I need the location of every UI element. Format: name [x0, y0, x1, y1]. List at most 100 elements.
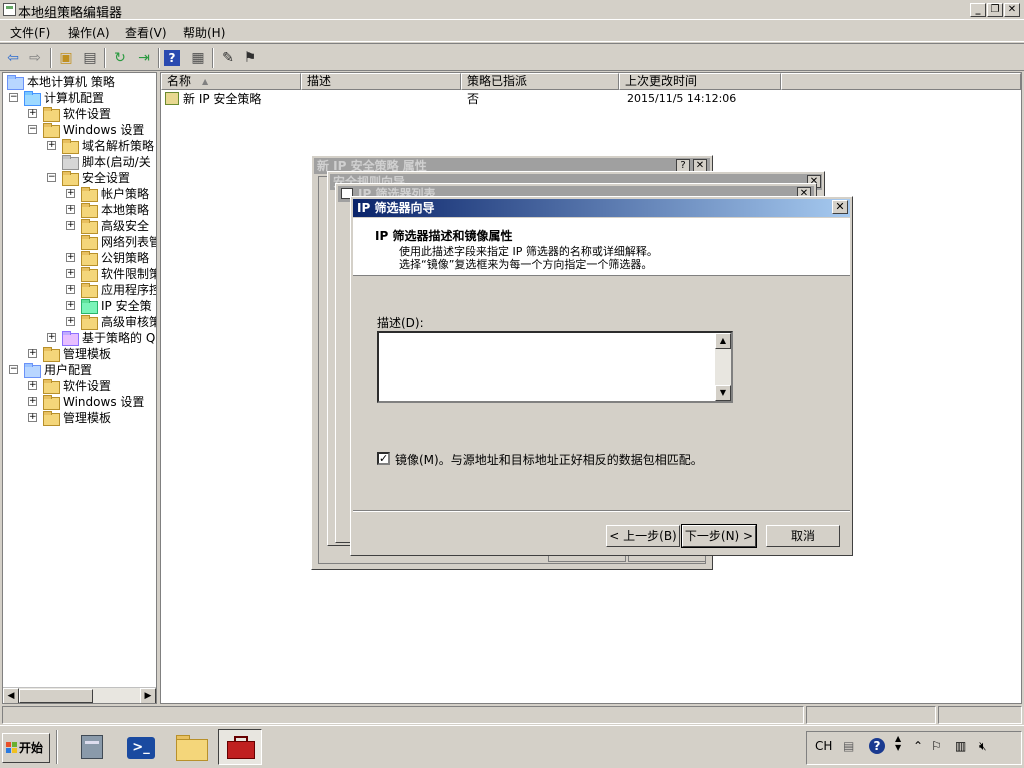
collapse-icon[interactable]: − [9, 93, 18, 102]
expand-icon[interactable]: + [28, 397, 37, 406]
description-scrollbar[interactable]: ▲ ▼ [715, 333, 731, 401]
script-icon [62, 155, 79, 170]
scroll-thumb[interactable] [19, 689, 93, 703]
description-label: 描述(D): [377, 316, 424, 330]
network-icon[interactable]: ▥ [955, 739, 966, 753]
forward-arrow-icon[interactable]: ⇨ [25, 48, 45, 68]
collapse-icon[interactable]: − [47, 173, 56, 182]
toolbox-icon[interactable] [218, 729, 262, 765]
scroll-right-icon[interactable]: ▶ [140, 688, 156, 703]
toolbar-separator [50, 48, 52, 68]
column-header-modified[interactable]: 上次更改时间 [619, 73, 781, 90]
folder-icon [43, 123, 60, 138]
status-pane [2, 706, 804, 724]
folder-icon [43, 411, 60, 426]
gpedit-app-icon [3, 3, 16, 16]
back-button[interactable]: < 上一步(B) [606, 525, 680, 547]
expand-icon[interactable]: + [66, 221, 75, 230]
show-hide-tree-icon[interactable]: ▤ [80, 48, 100, 68]
restore-button[interactable]: ❐ [987, 3, 1003, 17]
scroll-down-icon[interactable]: ▼ [715, 385, 731, 401]
menu-file[interactable]: 文件(F) [6, 24, 54, 41]
powershell-icon[interactable]: >_ [119, 729, 163, 765]
cancel-button[interactable]: 取消 [766, 525, 840, 547]
row-assigned: 否 [467, 92, 480, 106]
column-name-label: 名称 [167, 74, 192, 88]
toolbar-separator [212, 48, 214, 68]
toolbar: ⇦ ⇨ ▣ ▤ ↻ ⇥ ? ▦ ✎ ⚑ [0, 43, 1024, 71]
tree-item-label: 公钥策略 [101, 251, 150, 265]
window-title: 本地组策略编辑器 [18, 6, 123, 21]
show-hidden-icons-icon[interactable]: ⌃ [913, 739, 923, 753]
expand-icon[interactable]: + [66, 253, 75, 262]
flag-icon[interactable]: ⚐ [931, 739, 942, 753]
description-field: ▲ ▼ [377, 331, 733, 403]
menu-help[interactable]: 帮助(H) [179, 24, 229, 41]
collapse-icon[interactable]: − [9, 365, 18, 374]
tree-item-label: 本地策略 [101, 203, 150, 217]
minimize-button[interactable]: _ [970, 3, 986, 17]
description-input[interactable] [379, 333, 715, 401]
mirror-checkbox[interactable]: ✓ [377, 452, 390, 465]
wizard-title: IP 筛选器向导 [353, 199, 850, 217]
tree-horizontal-scrollbar[interactable]: ◀ ▶ [3, 687, 156, 703]
column-header-name[interactable]: 名称 ▲ [161, 73, 301, 90]
menu-action[interactable]: 操作(A) [64, 24, 114, 41]
folder-icon [62, 139, 79, 154]
expand-icon[interactable]: + [66, 269, 75, 278]
help-icon[interactable]: ? [164, 50, 180, 66]
expand-icon[interactable]: + [66, 205, 75, 214]
next-button[interactable]: 下一步(N) > [681, 524, 757, 548]
bar-chart-icon [62, 331, 79, 346]
assign-icon[interactable]: ⚑ [240, 48, 260, 68]
manage-filter-icon[interactable]: ✎ [218, 48, 238, 68]
mirror-label[interactable]: 镜像(M)。与源地址和目标地址正好相反的数据包相匹配。 [395, 451, 703, 468]
volume-muted-icon[interactable]: 🔇︎ [979, 739, 987, 754]
back-arrow-icon[interactable]: ⇦ [3, 48, 23, 68]
properties-icon[interactable]: ▦ [188, 48, 208, 68]
language-indicator[interactable]: CH [815, 739, 832, 753]
wizard-header: IP 筛选器描述和镜像属性 使用此描述字段来指定 IP 筛选器的名称或详细解释。… [353, 218, 850, 276]
tree-item-label: 网络列表管 [101, 235, 157, 249]
keyboard-icon[interactable]: ▤ [843, 739, 854, 753]
expand-icon[interactable]: + [28, 413, 37, 422]
column-header-description[interactable]: 描述 [301, 73, 461, 90]
scroll-left-icon[interactable]: ◀ [3, 688, 19, 703]
expand-icon[interactable]: + [66, 317, 75, 326]
expand-icon[interactable]: + [66, 189, 75, 198]
expand-icon[interactable]: + [28, 381, 37, 390]
export-list-icon[interactable]: ⇥ [134, 48, 154, 68]
up-folder-icon[interactable]: ▣ [56, 48, 76, 68]
windows-logo-icon [6, 742, 18, 754]
tree-item-label: Windows 设置 [63, 395, 145, 409]
server-manager-icon[interactable] [71, 729, 115, 765]
folder-icon [43, 107, 60, 122]
expand-icon[interactable]: + [47, 141, 56, 150]
scroll-up-icon[interactable]: ▲ [715, 333, 731, 349]
collapse-icon[interactable]: − [28, 125, 37, 134]
menu-view[interactable]: 查看(V) [121, 24, 171, 41]
system-tray: CH ▤ ? ▲ ▼ ⌃ ⚐ ▥ 🔇︎ [806, 731, 1022, 765]
table-row[interactable]: 新 IP 安全策略 否 2015/11/5 14:12:06 [165, 91, 1021, 107]
start-label: 开始 [19, 741, 44, 755]
expand-icon[interactable]: + [66, 301, 75, 310]
show-hidden-icons-icon[interactable]: ▲ ▼ [895, 734, 901, 752]
tree-item-label: 域名解析策略 [82, 139, 155, 153]
expand-icon[interactable]: + [66, 285, 75, 294]
row-name: 新 IP 安全策略 [183, 92, 262, 106]
column-header-assigned[interactable]: 策略已指派 [461, 73, 619, 90]
close-icon[interactable]: ✕ [832, 200, 848, 214]
help-circle-icon[interactable]: ? [869, 738, 885, 754]
status-pane [938, 706, 1022, 724]
expand-icon[interactable]: + [28, 349, 37, 358]
close-button[interactable]: ✕ [1004, 3, 1020, 17]
folder-icon [81, 219, 98, 234]
start-button[interactable]: 开始 [2, 733, 50, 763]
row-modified: 2015/11/5 14:12:06 [627, 92, 737, 105]
folder-icon [81, 267, 98, 282]
taskbar: 开始 >_ CH ▤ ? ▲ ▼ ⌃ ⚐ ▥ 🔇︎ [0, 725, 1024, 768]
expand-icon[interactable]: + [28, 109, 37, 118]
explorer-folder-icon[interactable] [170, 729, 214, 765]
expand-icon[interactable]: + [47, 333, 56, 342]
refresh-icon[interactable]: ↻ [110, 48, 130, 68]
